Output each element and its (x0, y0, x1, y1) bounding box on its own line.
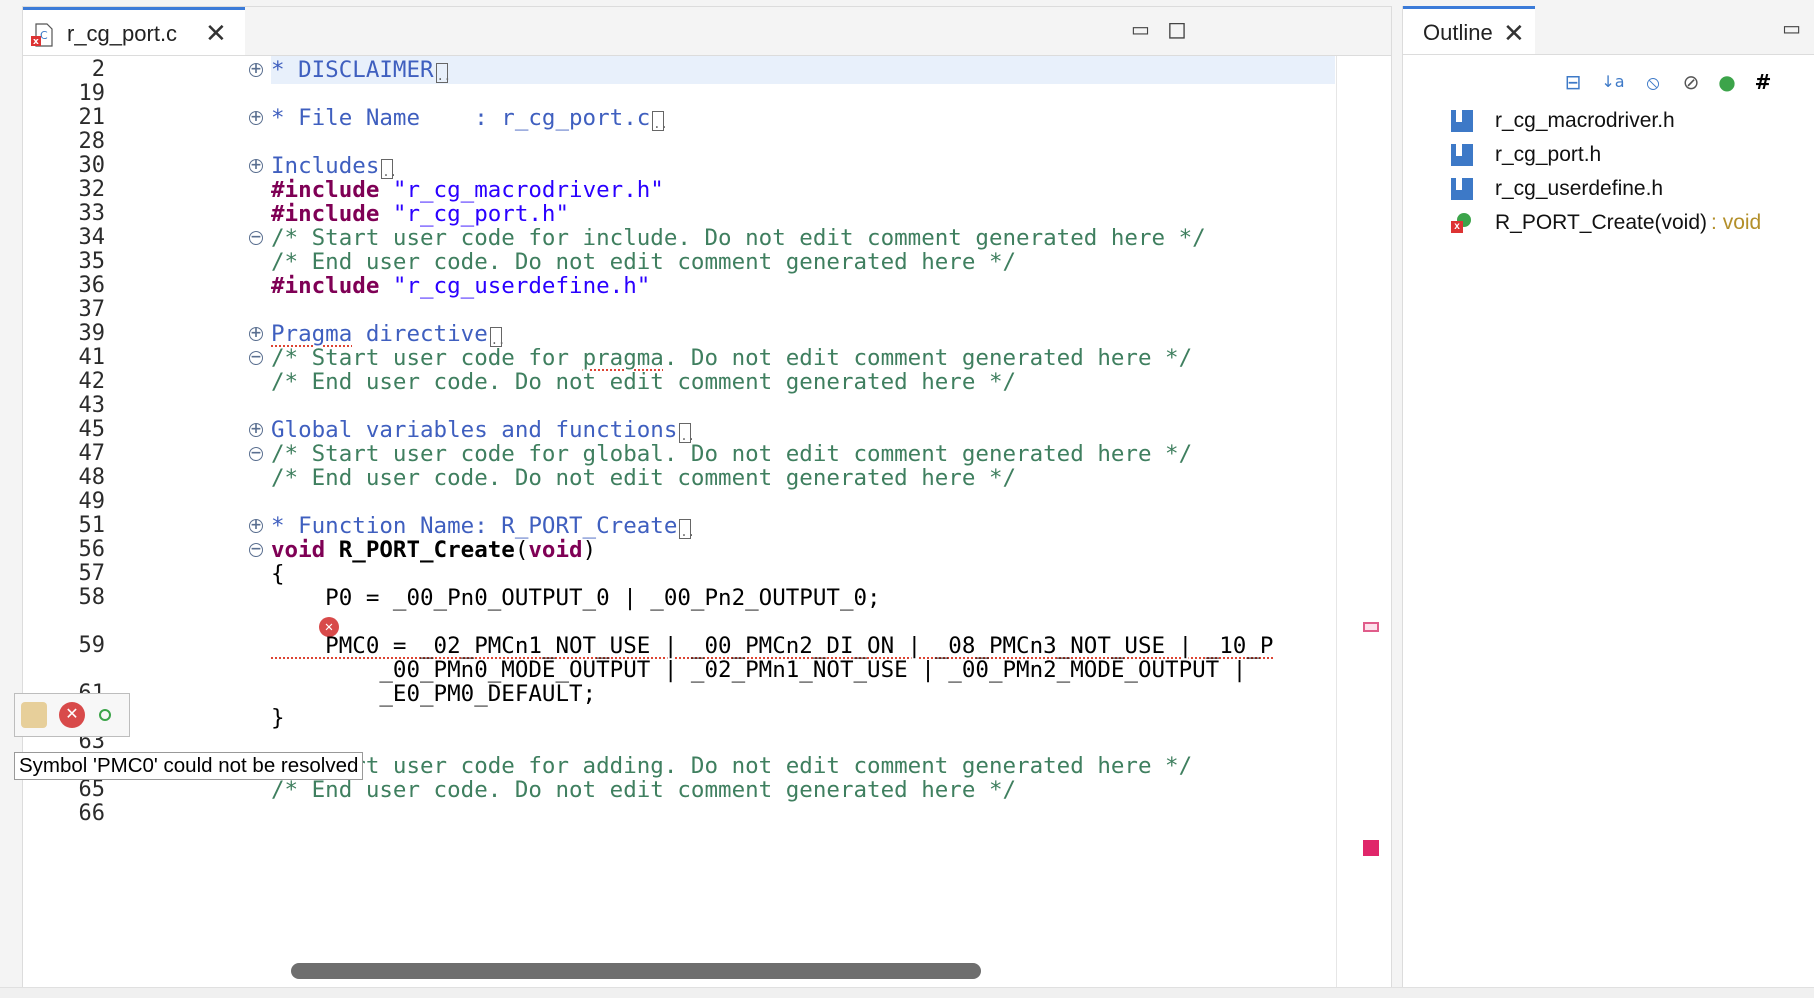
folded-ellipsis[interactable]: .. (652, 111, 668, 131)
outline-item-include[interactable]: r_cg_userdefine.h (1451, 174, 1663, 204)
outline-item-include[interactable]: r_cg_port.h (1451, 140, 1601, 170)
hide-non-public-icon[interactable]: ● (1713, 68, 1741, 96)
editor-pane: C x r_cg_port.c ✕ ▭ ◻ 2 19 21 28 30 32 3… (22, 6, 1392, 990)
doc-comment: * DISCLAIMER (271, 57, 434, 83)
outline-item-type: : void (1711, 211, 1762, 234)
annotation-hover-bar: ✕ (14, 693, 130, 737)
code-line-comment: /* End user code. Do not edit comment ge… (271, 465, 1017, 491)
tab-outline[interactable]: Outline ✕ (1403, 6, 1535, 54)
header-file-icon (1451, 177, 1475, 201)
paren: ( (514, 537, 529, 563)
code-line: } (271, 705, 285, 731)
outline-tab-bar: Outline ✕ ▭ (1403, 6, 1814, 55)
bug-icon[interactable] (21, 702, 47, 728)
header-file-icon (1451, 109, 1475, 133)
fold-collapse-icon[interactable] (249, 231, 263, 245)
function-name: R_PORT_Create (338, 537, 515, 563)
fold-expand-icon[interactable] (249, 63, 263, 77)
maximize-icon[interactable]: ◻ (1167, 15, 1187, 44)
outline-item-include[interactable]: r_cg_macrodriver.h (1451, 106, 1675, 136)
tab-label: r_cg_port.c (67, 21, 178, 46)
outline-item-label: R_PORT_Create(void) (1495, 211, 1708, 234)
hide-static-members-icon[interactable]: ⊘ (1677, 68, 1705, 96)
code-line-comment: /* End user code. Do not edit comment ge… (271, 777, 1017, 803)
minimize-icon[interactable]: ▭ (1131, 17, 1150, 42)
close-tab-icon[interactable]: ✕ (205, 20, 227, 46)
status-strip (0, 987, 1814, 998)
error-icon[interactable]: ✕ (59, 702, 85, 728)
horizontal-scrollbar[interactable] (291, 961, 1335, 979)
fold-expand-icon[interactable] (249, 159, 263, 173)
c-file-error-icon: C x (31, 23, 53, 47)
error-tooltip: Symbol 'PMC0' could not be resolved (14, 752, 364, 780)
code-line: #include "r_cg_userdefine.h" (271, 272, 650, 300)
header-file-icon (1451, 143, 1475, 167)
collapse-all-icon[interactable]: ⊟ (1559, 68, 1587, 96)
hide-macros-icon[interactable]: # (1749, 68, 1777, 96)
outline-item-label: r_cg_macrodriver.h (1495, 109, 1675, 132)
fold-collapse-icon[interactable] (249, 351, 263, 365)
editor-tab-bar: C x r_cg_port.c ✕ ▭ ◻ (23, 7, 1391, 56)
error-marker[interactable] (1363, 622, 1379, 632)
fold-expand-icon[interactable] (249, 327, 263, 341)
outline-item-label: r_cg_port.h (1495, 143, 1602, 166)
outline-title: Outline (1423, 20, 1493, 45)
doc-comment: * File Name : r_cg_port.c (271, 105, 651, 131)
code-line-comment: /* End user code. Do not edit comment ge… (271, 369, 1017, 395)
code-line: _E0_PM0_DEFAULT; (271, 681, 597, 707)
svg-text:C: C (40, 29, 48, 42)
keyword: #include (271, 273, 380, 299)
info-icon[interactable] (99, 709, 111, 721)
minimize-icon[interactable]: ▭ (1782, 16, 1801, 41)
string: "r_cg_userdefine.h" (392, 273, 651, 299)
fold-expand-icon[interactable] (249, 111, 263, 125)
folded-ellipsis[interactable]: .. (679, 519, 695, 539)
code-line: void R_PORT_Create(void) (271, 536, 596, 564)
horizontal-scrollbar-thumb[interactable] (291, 963, 981, 979)
fold-collapse-icon[interactable] (249, 543, 263, 557)
hide-fields-icon[interactable]: ⦸ (1639, 68, 1667, 96)
fold-expand-icon[interactable] (249, 423, 263, 437)
folded-ellipsis[interactable]: .. (435, 63, 451, 83)
outline-pane: Outline ✕ ▭ ⊟ ↓a ⦸ ⊘ ● # r_cg_macrodrive… (1402, 6, 1814, 988)
code-line: * DISCLAIMER.. (271, 56, 451, 84)
paren: ) (582, 537, 597, 563)
outline-item-label: r_cg_userdefine.h (1495, 177, 1664, 200)
fold-expand-icon[interactable] (249, 519, 263, 533)
error-summary-marker[interactable] (1363, 840, 1379, 856)
overview-ruler[interactable] (1336, 56, 1391, 989)
close-outline-icon[interactable]: ✕ (1503, 18, 1525, 49)
code-area[interactable]: * DISCLAIMER.. * File Name : r_cg_port.c… (23, 56, 1335, 949)
function-error-icon: x (1451, 211, 1475, 235)
fold-collapse-icon[interactable] (249, 447, 263, 461)
code-line: P0 = _00_Pn0_OUTPUT_0 | _00_Pn2_OUTPUT_0… (271, 585, 881, 611)
svg-text:x: x (33, 37, 39, 47)
outline-item-function[interactable]: x R_PORT_Create(void) : void (1451, 208, 1761, 238)
code-line: * File Name : r_cg_port.c.. (271, 104, 668, 132)
tab-r-cg-port-c[interactable]: C x r_cg_port.c ✕ (23, 7, 245, 55)
keyword: void (528, 537, 583, 563)
sort-alphabetically-icon[interactable]: ↓a (1599, 68, 1627, 96)
